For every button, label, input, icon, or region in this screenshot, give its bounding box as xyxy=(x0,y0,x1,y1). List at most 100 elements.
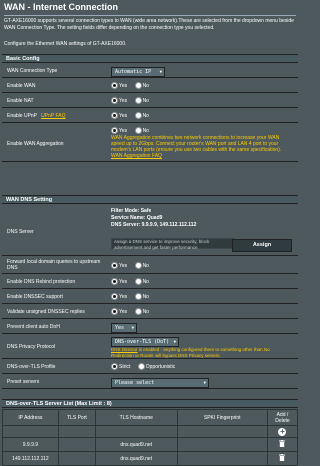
prevent-doh-row: Prevent client auto DoH Yes ▼ xyxy=(2,320,298,334)
enable-upnp-label: Enable UPnP UPnP FAQ xyxy=(7,113,65,119)
wan-type-select[interactable]: Automatic IP ▼ xyxy=(111,67,165,77)
enable-nat-label: Enable NAT xyxy=(7,98,34,104)
ip-cell: 9.9.9.9 xyxy=(2,437,59,452)
host-cell: dns.quad9.net xyxy=(94,437,178,452)
preset-label: Preset servers xyxy=(7,379,40,385)
new-spki-cell[interactable] xyxy=(176,425,268,438)
yes-label: Yes xyxy=(119,127,128,134)
privacy-value: DNS-over-TLS (DoT) xyxy=(115,339,170,345)
dnssec-row: Enable DNSSEC support Yes No xyxy=(2,290,298,304)
wan-type-value: Automatic IP xyxy=(115,69,152,75)
enable-nat-yes-radio[interactable] xyxy=(111,97,118,104)
enable-nat-no-radio[interactable] xyxy=(134,97,142,104)
prevent-doh-value: Yes xyxy=(115,325,125,331)
dot-profile-row: DNS-over-TLS Profile Strict Opportunisti… xyxy=(2,360,298,374)
enable-upnp-no-radio[interactable] xyxy=(134,112,142,119)
prevent-doh-select[interactable]: Yes ▼ xyxy=(111,323,137,333)
service-name: Service Name: Quad9 xyxy=(111,215,163,221)
delete-cell xyxy=(266,437,299,452)
assign-dns-description: Assign a DNS service to improve security… xyxy=(111,238,235,250)
trash-icon[interactable] xyxy=(279,440,286,447)
no-label: No xyxy=(142,127,149,134)
no-label: No xyxy=(142,112,149,119)
table-row: 9.9.9.9 dns.quad9.net xyxy=(2,437,299,452)
rebind-yes-radio[interactable] xyxy=(111,278,118,285)
chevron-down-icon: ▼ xyxy=(173,339,176,344)
trash-icon[interactable] xyxy=(279,454,286,461)
forward-local-no-radio[interactable] xyxy=(134,262,142,269)
dnssec-yes-radio[interactable] xyxy=(111,293,118,300)
enable-upnp-yes-radio[interactable] xyxy=(111,112,118,119)
add-cell: + xyxy=(266,425,299,438)
table-row: 149.112.112.112 dns.quad9.net xyxy=(2,451,299,466)
opportunistic-label: Opportunistic xyxy=(145,363,176,370)
validate-yes-radio[interactable] xyxy=(111,308,118,315)
dot-table-add-row: + xyxy=(2,425,299,438)
dns-server-value: DNS Server: 9.9.9.9, 149.112.112.112 xyxy=(111,222,197,228)
add-icon[interactable]: + xyxy=(278,427,287,436)
port-cell xyxy=(57,451,96,466)
col-tls-hostname: TLS Hostname xyxy=(94,409,178,426)
yes-label: Yes xyxy=(119,308,128,315)
wan-aggregation-note: WAN Aggregation combines two network con… xyxy=(111,135,291,159)
new-ip-cell[interactable] xyxy=(2,425,59,438)
host-cell: dns.quad9.net xyxy=(94,451,178,466)
filter-mode: Filter Mode: Safe xyxy=(111,208,152,214)
chevron-down-icon: ▼ xyxy=(159,69,162,74)
wan-aggregation-no-radio[interactable] xyxy=(134,127,142,134)
enable-wan-row: Enable WAN Yes No xyxy=(2,79,298,93)
forward-local-yes-radio[interactable] xyxy=(111,262,118,269)
yes-label: Yes xyxy=(119,278,128,285)
col-tls-port: TLS Port xyxy=(57,409,96,426)
new-port-cell[interactable] xyxy=(57,425,96,438)
preset-select[interactable]: Please select ▼ xyxy=(111,378,209,388)
new-host-cell[interactable] xyxy=(94,425,178,438)
validate-no-radio[interactable] xyxy=(134,308,142,315)
rebind-row: Enable DNS Rebind protection Yes No xyxy=(2,275,298,289)
no-label: No xyxy=(142,262,149,269)
enable-wan-yes-radio[interactable] xyxy=(111,82,118,89)
preset-value: Please select xyxy=(115,380,155,386)
delete-cell xyxy=(266,451,299,466)
port-cell xyxy=(57,437,96,452)
dnssec-label: Enable DNSSEC support xyxy=(7,294,63,300)
spki-cell xyxy=(176,451,268,466)
page-description: GT-AXE16000 supports several connection … xyxy=(4,18,294,31)
yes-label: Yes xyxy=(119,97,128,104)
chevron-down-icon: ▼ xyxy=(131,325,134,330)
dot-table-header-row: IP Address TLS Port TLS Hostname SPKI Fi… xyxy=(2,409,299,426)
upnp-faq-link[interactable]: UPnP FAQ xyxy=(41,113,65,119)
dnssec-no-radio[interactable] xyxy=(134,293,142,300)
opportunistic-radio[interactable] xyxy=(137,363,145,370)
assign-button[interactable]: Assign xyxy=(232,239,292,252)
wan-page: WAN - Internet Connection GT-AXE16000 su… xyxy=(0,0,300,466)
enable-wan-no-radio[interactable] xyxy=(134,82,142,89)
validate-label: Validate unsigned DNSSEC replies xyxy=(7,309,85,315)
configure-text: Configure the Ethernet WAN settings of G… xyxy=(4,41,127,47)
ip-cell: 149.112.112.112 xyxy=(2,451,59,466)
privacy-select[interactable]: DNS-over-TLS (DoT) ▼ xyxy=(111,337,179,347)
no-label: No xyxy=(142,82,149,89)
enable-nat-row: Enable NAT Yes No xyxy=(2,94,298,108)
wan-aggregation-faq-link[interactable]: WAN Aggregation FAQ xyxy=(111,153,162,159)
yes-label: Yes xyxy=(119,112,128,119)
prevent-doh-label: Prevent client auto DoH xyxy=(7,324,60,330)
enable-wan-label: Enable WAN xyxy=(7,83,36,89)
enable-upnp-text: Enable UPnP xyxy=(7,113,37,119)
wan-aggregation-yes-radio[interactable] xyxy=(111,127,118,134)
strict-radio[interactable] xyxy=(111,363,118,370)
yes-label: Yes xyxy=(119,82,128,89)
yes-label: Yes xyxy=(119,262,128,269)
rebind-label: Enable DNS Rebind protection xyxy=(7,279,76,285)
chevron-down-icon: ▼ xyxy=(203,380,206,385)
title-divider xyxy=(4,15,296,16)
dot-profile-label: DNS-over-TLS Profile xyxy=(7,364,56,370)
dot-server-table: IP Address TLS Port TLS Hostname SPKI Fi… xyxy=(2,409,299,466)
rebind-no-radio[interactable] xyxy=(134,278,142,285)
forward-local-row: Forward local domain queries to upstream… xyxy=(2,257,298,274)
preset-row: Preset servers Please select ▼ xyxy=(2,375,298,389)
no-label: No xyxy=(142,293,149,300)
col-spki-fingerprint: SPKI Fingerprint xyxy=(176,409,268,426)
dot-list-header: DNS-over-TLS Server List (Max Limit : 8) xyxy=(2,399,298,408)
dns-director-link[interactable]: DNS Director xyxy=(111,347,138,352)
